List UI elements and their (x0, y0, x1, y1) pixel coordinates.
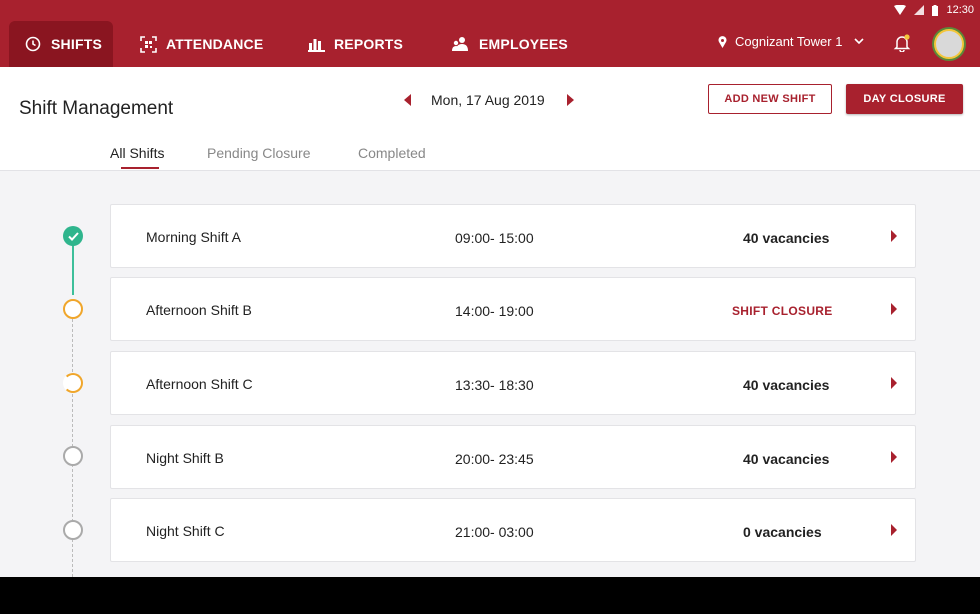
location-selector[interactable]: Cognizant Tower 1 (718, 34, 865, 49)
shift-vacancies: 40 vacancies (743, 230, 830, 246)
shift-name: Night Shift C (146, 523, 225, 539)
check-icon (67, 231, 79, 241)
page-header: Shift Management Mon, 17 Aug 2019 ADD NE… (0, 67, 980, 171)
clock-icon (24, 35, 42, 53)
shift-time: 13:30- 18:30 (455, 377, 534, 393)
shift-vacancies: 0 vacancies (743, 524, 822, 540)
qr-scan-icon (139, 35, 157, 53)
timeline-line-completed (72, 245, 74, 295)
shift-vacancies: 40 vacancies (743, 377, 830, 393)
caret-right-icon (891, 230, 897, 242)
timeline-node-idle (63, 446, 83, 466)
shift-time: 20:00- 23:45 (455, 451, 534, 467)
chevron-down-icon (854, 38, 865, 45)
location-pin-icon (718, 35, 727, 48)
shift-name: Morning Shift A (146, 229, 241, 245)
bar-chart-icon (307, 35, 325, 53)
shift-card[interactable]: Afternoon Shift C 13:30- 18:30 40 vacanc… (110, 351, 916, 415)
status-bar: 12:30 (894, 2, 974, 18)
add-new-shift-button[interactable]: ADD NEW SHIFT (708, 84, 832, 114)
employees-icon (452, 35, 470, 53)
shift-timeline (0, 171, 120, 577)
timeline-node-partial (63, 373, 83, 393)
caret-right-icon (891, 303, 897, 315)
status-time: 12:30 (946, 4, 974, 16)
timeline-node-idle (63, 520, 83, 540)
shift-card[interactable]: Night Shift C 21:00- 03:00 0 vacancies (110, 498, 916, 562)
shift-vacancies: 40 vacancies (743, 451, 830, 467)
timeline-node-done (63, 226, 83, 246)
shift-card[interactable]: Morning Shift A 09:00- 15:00 40 vacancie… (110, 204, 916, 268)
day-closure-button[interactable]: DAY CLOSURE (846, 84, 963, 114)
tab-completed[interactable]: Completed (358, 145, 426, 161)
tab-employees-label: EMPLOYEES (479, 36, 568, 52)
tab-employees[interactable]: EMPLOYEES (452, 21, 568, 67)
caret-right-icon (891, 524, 897, 536)
date-navigator: Mon, 17 Aug 2019 (403, 92, 575, 108)
shift-time: 21:00- 03:00 (455, 524, 534, 540)
page-title: Shift Management (19, 98, 174, 119)
bell-icon (893, 34, 911, 53)
notification-button[interactable] (893, 34, 911, 57)
tab-shifts[interactable]: SHIFTS (9, 21, 113, 67)
top-bar: 12:30 SHIFTS ATTENDANCE REPORTS EMPLOYEE (0, 0, 980, 67)
tab-attendance[interactable]: ATTENDANCE (139, 21, 263, 67)
app-window: 12:30 SHIFTS ATTENDANCE REPORTS EMPLOYEE (0, 0, 980, 577)
current-date: Mon, 17 Aug 2019 (431, 92, 545, 108)
tab-reports[interactable]: REPORTS (307, 21, 403, 67)
shift-name: Afternoon Shift B (146, 302, 252, 318)
caret-right-icon (566, 94, 574, 106)
previous-date-button[interactable] (403, 93, 413, 107)
caret-left-icon (404, 94, 411, 106)
shift-name: Night Shift B (146, 450, 224, 466)
tab-pending-closure[interactable]: Pending Closure (207, 145, 311, 161)
caret-right-icon (891, 377, 897, 389)
shift-time: 14:00- 19:00 (455, 303, 534, 319)
location-name: Cognizant Tower 1 (735, 34, 843, 49)
signal-icon (914, 5, 925, 15)
shift-closure-link[interactable]: SHIFT CLOSURE (732, 304, 833, 318)
tab-all-shifts[interactable]: All Shifts (110, 145, 164, 161)
wifi-icon (894, 5, 907, 15)
shift-card[interactable]: Afternoon Shift B 14:00- 19:00 SHIFT CLO… (110, 277, 916, 341)
caret-right-icon (891, 451, 897, 463)
tab-reports-label: REPORTS (334, 36, 404, 52)
tab-shifts-label: SHIFTS (51, 36, 102, 52)
next-date-button[interactable] (565, 93, 575, 107)
avatar[interactable] (934, 29, 964, 59)
shift-card[interactable]: Night Shift B 20:00- 23:45 40 vacancies (110, 425, 916, 489)
shift-time: 09:00- 15:00 (455, 230, 534, 246)
navigation-bar-area (0, 577, 980, 614)
tab-attendance-label: ATTENDANCE (166, 36, 264, 52)
battery-icon (932, 4, 939, 16)
timeline-node-pending (63, 299, 83, 319)
shift-name: Afternoon Shift C (146, 376, 253, 392)
active-tab-indicator (121, 167, 159, 169)
